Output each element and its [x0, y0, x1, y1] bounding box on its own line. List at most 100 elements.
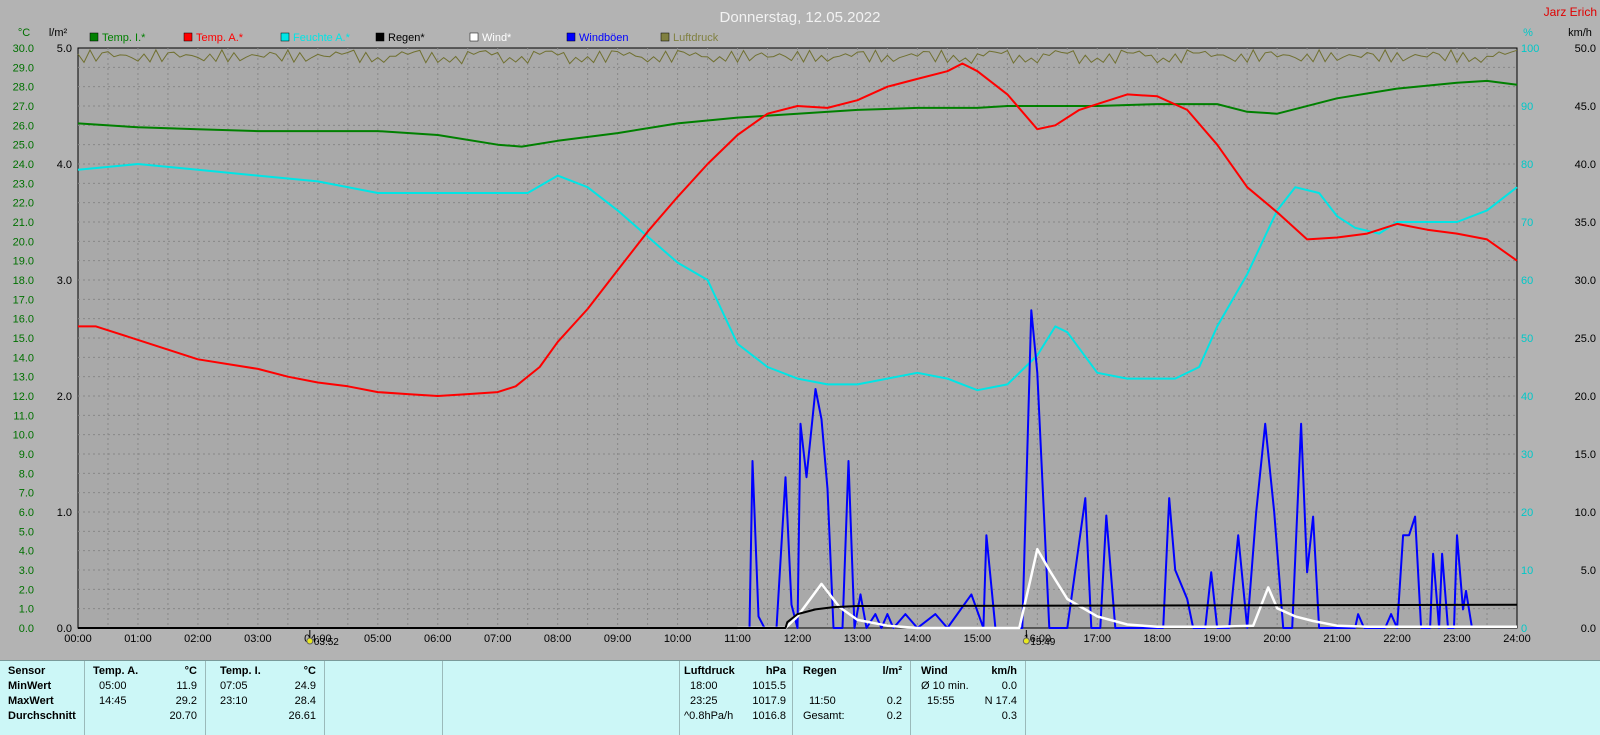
row-label-min: MinWert — [8, 680, 52, 692]
rain-axis-unit: l/m² — [49, 27, 68, 39]
rain-title: Regen — [803, 665, 837, 677]
temp-i-unit: °C — [303, 665, 316, 677]
temp-tick-label: 4.0 — [19, 546, 34, 558]
time-tick-label: 11:00 — [724, 633, 751, 645]
time-tick-label: 19:00 — [1203, 633, 1231, 645]
temp-tick-label: 12.0 — [13, 391, 34, 403]
time-tick-label: 24:00 — [1503, 633, 1531, 645]
row-label-max: MaxWert — [8, 695, 54, 707]
legend-swatch — [660, 32, 670, 42]
stats-rain-block: Regen l/m² 11:50 0.2 Gesamt: 0.2 — [793, 661, 911, 735]
legend-label: Windböen — [579, 32, 629, 44]
rain-max-time: 11:50 — [809, 695, 836, 707]
legend-swatch — [89, 32, 99, 42]
time-tick-label: 20:00 — [1263, 633, 1291, 645]
temp-axis-unit: °C — [18, 27, 30, 39]
temp-tick-label: 6.0 — [19, 507, 34, 519]
temp-tick-label: 7.0 — [19, 488, 34, 500]
temp-tick-label: 0.0 — [19, 623, 34, 635]
temp-a-unit: °C — [184, 665, 197, 677]
chart-canvas: 0.0 1.0 2.0 3.0 4.0 5.0 6.0 7.0 8.0 9.0 10.0 11.0 12… — [13, 5, 1597, 648]
humidity-tick-label: 80 — [1521, 159, 1533, 171]
chart-title: Donnerstag, 12.05.2022 — [720, 9, 881, 26]
stats-sensor-block: Sensor MinWert MaxWert Durchschnitt — [0, 661, 85, 735]
temp-i-avg: 26.61 — [288, 710, 316, 722]
wind-tick-label: 35.0 — [1575, 217, 1596, 229]
humidity-tick-label: 20 — [1521, 507, 1533, 519]
temp-i-title: Temp. I. — [220, 665, 261, 677]
temp-tick-label: 5.0 — [19, 526, 34, 538]
pressure-min-time: 18:00 — [690, 680, 718, 692]
temp-tick-label: 29.0 — [13, 62, 34, 74]
sensor-label: Sensor — [8, 665, 46, 677]
temp-i-max: 28.4 — [294, 695, 316, 707]
marker-label: 15:49 — [1030, 637, 1055, 648]
legend-label: Temp. A.* — [196, 32, 244, 44]
rain-tick-label: 5.0 — [57, 43, 72, 55]
temp-tick-label: 24.0 — [13, 159, 34, 171]
legend-label: Temp. I.* — [102, 32, 146, 44]
time-tick-label: 17:00 — [1084, 633, 1112, 645]
humidity-tick-label: 100 — [1521, 43, 1539, 55]
temp-tick-label: 21.0 — [13, 217, 34, 229]
wind-tick-label: 10.0 — [1575, 507, 1596, 519]
temp-tick-label: 22.0 — [13, 198, 34, 210]
rain-tick-label: 2.0 — [57, 391, 72, 403]
humidity-tick-label: 30 — [1521, 449, 1533, 461]
temp-tick-label: 3.0 — [19, 565, 34, 577]
time-tick-label: 23:00 — [1443, 633, 1471, 645]
stats-temp-i-block: Temp. I. °C 07:05 24.9 23:10 28.4 26.61 — [206, 661, 325, 735]
pressure-title: Luftdruck — [684, 665, 735, 677]
stats-empty-block-2 — [443, 661, 680, 735]
temp-tick-label: 28.0 — [13, 82, 34, 94]
rain-tick-label: 4.0 — [57, 159, 72, 171]
wind-tick-label: 5.0 — [1581, 565, 1596, 577]
temp-tick-label: 25.0 — [13, 140, 34, 152]
legend-label: Feuchte A.* — [293, 32, 351, 44]
legend-label: Wind* — [482, 32, 512, 44]
legend-swatch — [375, 32, 385, 42]
temp-tick-label: 14.0 — [13, 352, 34, 364]
time-tick-label: 22:00 — [1383, 633, 1411, 645]
temp-tick-label: 9.0 — [19, 449, 34, 461]
weather-chart: 0.0 1.0 2.0 3.0 4.0 5.0 6.0 7.0 8.0 9.0 10.0 11.0 12… — [0, 0, 1600, 660]
pressure-trend: ^0.8hPa/h — [684, 710, 734, 722]
temp-tick-label: 10.0 — [13, 430, 34, 442]
temp-tick-label: 8.0 — [19, 468, 34, 480]
rain-total-label: Gesamt: — [803, 710, 845, 722]
temp-tick-label: 27.0 — [13, 101, 34, 113]
wind-tick-label: 45.0 — [1575, 101, 1596, 113]
time-tick-label: 00:00 — [64, 633, 92, 645]
time-tick-label: 21:00 — [1323, 633, 1351, 645]
wind-tick-label: 40.0 — [1575, 159, 1596, 171]
time-tick-label: 10:00 — [664, 633, 692, 645]
wind-avg: 0.0 — [1001, 680, 1017, 692]
temp-tick-label: 1.0 — [19, 604, 34, 616]
humidity-tick-label: 60 — [1521, 275, 1533, 287]
temp-tick-label: 17.0 — [13, 294, 34, 306]
temp-tick-label: 11.0 — [13, 410, 34, 422]
wind-axis-unit: km/h — [1568, 27, 1592, 39]
marker-label: 03:52 — [314, 637, 339, 648]
sun-icon — [1022, 637, 1030, 645]
temp-i-max-time: 23:10 — [220, 695, 248, 707]
temp-tick-label: 23.0 — [13, 178, 34, 190]
wind-tick-label: 20.0 — [1575, 391, 1596, 403]
humidity-tick-label: 40 — [1521, 391, 1533, 403]
temp-a-min-time: 05:00 — [99, 680, 127, 692]
time-tick-label: 07:00 — [484, 633, 512, 645]
temp-tick-label: 20.0 — [13, 236, 34, 248]
legend-swatch — [280, 32, 290, 42]
temp-a-max: 29.2 — [175, 695, 197, 707]
stats-empty-block-1 — [325, 661, 443, 735]
time-tick-label: 01:00 — [124, 633, 152, 645]
pressure-min: 1015.5 — [752, 680, 786, 692]
rain-total: 0.2 — [886, 710, 902, 722]
temp-tick-label: 18.0 — [13, 275, 34, 287]
legend-label: Regen* — [388, 32, 425, 44]
humidity-tick-label: 70 — [1521, 217, 1533, 229]
temp-i-min: 24.9 — [294, 680, 316, 692]
time-tick-label: 06:00 — [424, 633, 452, 645]
temp-a-min: 11.9 — [176, 680, 197, 692]
wind-max: N 17.4 — [984, 695, 1017, 707]
